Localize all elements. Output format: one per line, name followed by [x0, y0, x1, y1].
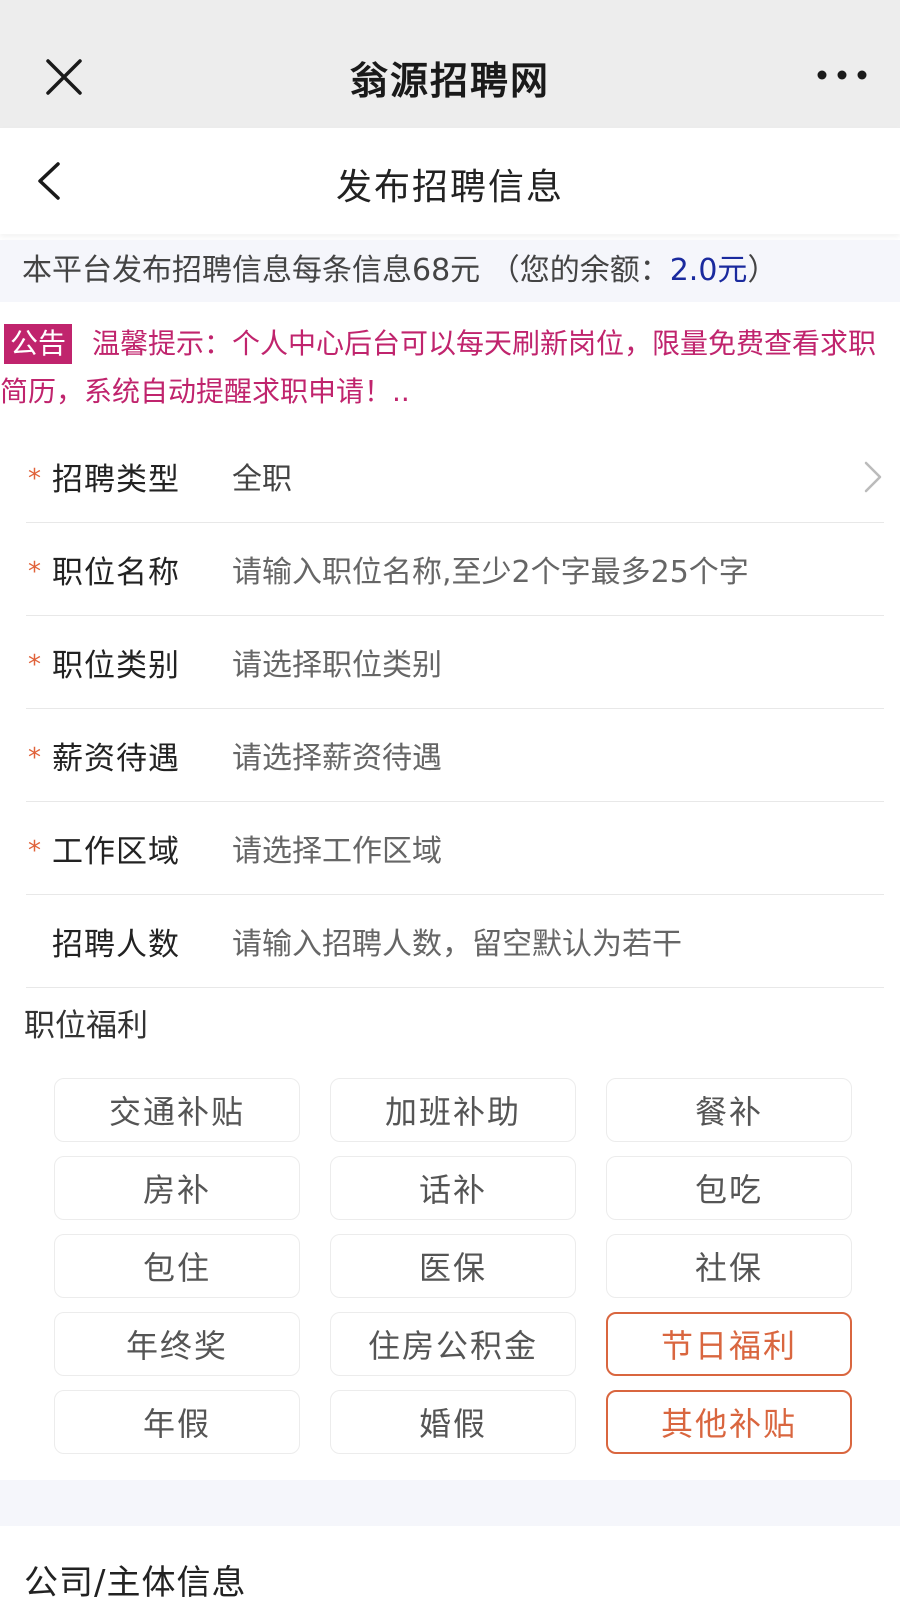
benefit-tag[interactable]: 房补	[54, 1156, 300, 1220]
section-divider	[0, 1480, 900, 1526]
notice-badge: 公告	[4, 324, 73, 364]
field-label: 工作区域	[52, 833, 180, 870]
required-marker: *	[28, 650, 41, 680]
form-row-job-category[interactable]: * 职位类别 请选择职位类别	[26, 616, 884, 709]
required-marker: *	[28, 743, 41, 773]
form-row-salary[interactable]: * 薪资待遇 请选择薪资待遇	[26, 709, 884, 802]
field-label: 招聘人数	[52, 926, 180, 963]
page-title: 发布招聘信息	[335, 167, 564, 208]
benefit-tag[interactable]: 节日福利	[606, 1312, 852, 1376]
company-section-title: 公司/主体信息	[24, 1563, 247, 1603]
job-category-select[interactable]: 请选择职位类别	[232, 640, 884, 684]
benefit-tag[interactable]: 其他补贴	[606, 1390, 852, 1454]
balance-value: 2.0元	[669, 253, 748, 288]
app-top-bar: 翁源招聘网	[0, 0, 900, 128]
benefit-tag[interactable]: 医保	[330, 1234, 576, 1298]
field-label: 职位类别	[52, 647, 180, 684]
benefit-tag[interactable]: 交通补贴	[54, 1078, 300, 1142]
form-row-work-area[interactable]: * 工作区域 请选择工作区域	[26, 802, 884, 895]
form-row-headcount[interactable]: 招聘人数 请输入招聘人数，留空默认为若干	[26, 895, 884, 988]
benefit-tag[interactable]: 包吃	[606, 1156, 852, 1220]
app-title: 翁源招聘网	[349, 59, 550, 103]
benefit-tag[interactable]: 包住	[54, 1234, 300, 1298]
job-form: * 招聘类型 全职 * 职位名称 请输入职位名称,至少2个字最多25个字 * 职…	[26, 430, 884, 988]
price-info-text: 本平台发布招聘信息每条信息68元 （您的余额：	[22, 253, 670, 288]
benefit-tag[interactable]: 年假	[54, 1390, 300, 1454]
more-options-icon[interactable]	[816, 60, 868, 90]
salary-select[interactable]: 请选择薪资待遇	[232, 733, 884, 777]
benefit-tag[interactable]: 婚假	[330, 1390, 576, 1454]
field-label: 招聘类型	[52, 461, 180, 498]
field-label: 职位名称	[52, 554, 180, 591]
price-info-suffix: ）	[747, 253, 778, 288]
benefit-tag[interactable]: 加班补助	[330, 1078, 576, 1142]
price-info-bar: 本平台发布招聘信息每条信息68元 （您的余额：2.0元）	[0, 240, 900, 302]
work-area-select[interactable]: 请选择工作区域	[232, 826, 884, 870]
form-row-job-title[interactable]: * 职位名称 请输入职位名称,至少2个字最多25个字	[26, 523, 884, 616]
benefit-tag[interactable]: 社保	[606, 1234, 852, 1298]
page-nav-bar: 发布招聘信息	[0, 128, 900, 234]
required-marker: *	[28, 557, 41, 587]
benefit-tag[interactable]: 住房公积金	[330, 1312, 576, 1376]
job-title-input[interactable]: 请输入职位名称,至少2个字最多25个字	[232, 547, 884, 591]
job-type-select[interactable]: 全职	[232, 454, 884, 498]
benefit-tag[interactable]: 年终奖	[54, 1312, 300, 1376]
field-label: 薪资待遇	[52, 740, 180, 777]
notice-banner: 公告 温馨提示：个人中心后台可以每天刷新岗位，限量免费查看求职简历，系统自动提醒求…	[0, 320, 900, 416]
benefits-title: 职位福利	[24, 1008, 148, 1044]
required-marker: *	[28, 464, 41, 494]
benefits-grid: 交通补贴 加班补助 餐补房补 话补 包吃包住 医保 社保年终奖 住房公积金 节日福利年假 婚假 其他…	[54, 1078, 854, 1454]
benefit-tag[interactable]: 餐补	[606, 1078, 852, 1142]
benefit-tag[interactable]: 话补	[330, 1156, 576, 1220]
required-marker: *	[28, 836, 41, 866]
headcount-input[interactable]: 请输入招聘人数，留空默认为若干	[232, 919, 884, 963]
chevron-right-icon	[864, 461, 882, 493]
notice-text: 温馨提示：个人中心后台可以每天刷新岗位，限量免费查看求职简历，系统自动提醒求职申…	[0, 327, 877, 408]
form-row-job-type[interactable]: * 招聘类型 全职	[26, 430, 884, 523]
